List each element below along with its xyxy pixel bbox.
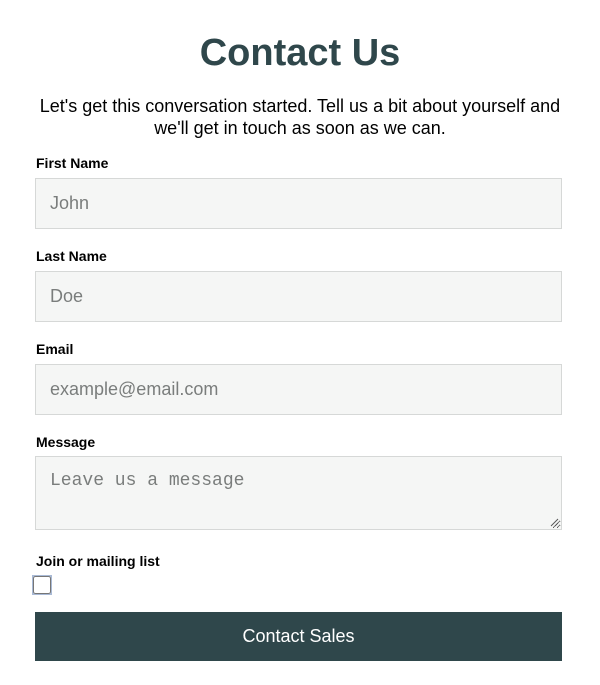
contact-form: Contact Us Let's get this conversation s… [0,0,600,685]
last-name-input[interactable] [35,271,562,322]
page-subtitle: Let's get this conversation started. Tel… [39,96,561,138]
first-name-input[interactable] [35,178,562,229]
email-label: Email [36,341,74,357]
message-label: Message [36,434,96,450]
mailing-list-label: Join or mailing list [36,553,160,569]
last-name-label: Last Name [36,248,107,264]
message-textarea[interactable] [35,456,562,530]
mailing-list-checkbox[interactable] [33,576,51,594]
contact-sales-button[interactable]: Contact Sales [35,612,562,661]
email-input[interactable] [35,364,562,415]
page-title: Contact Us [199,32,401,74]
first-name-label: First Name [36,155,109,171]
